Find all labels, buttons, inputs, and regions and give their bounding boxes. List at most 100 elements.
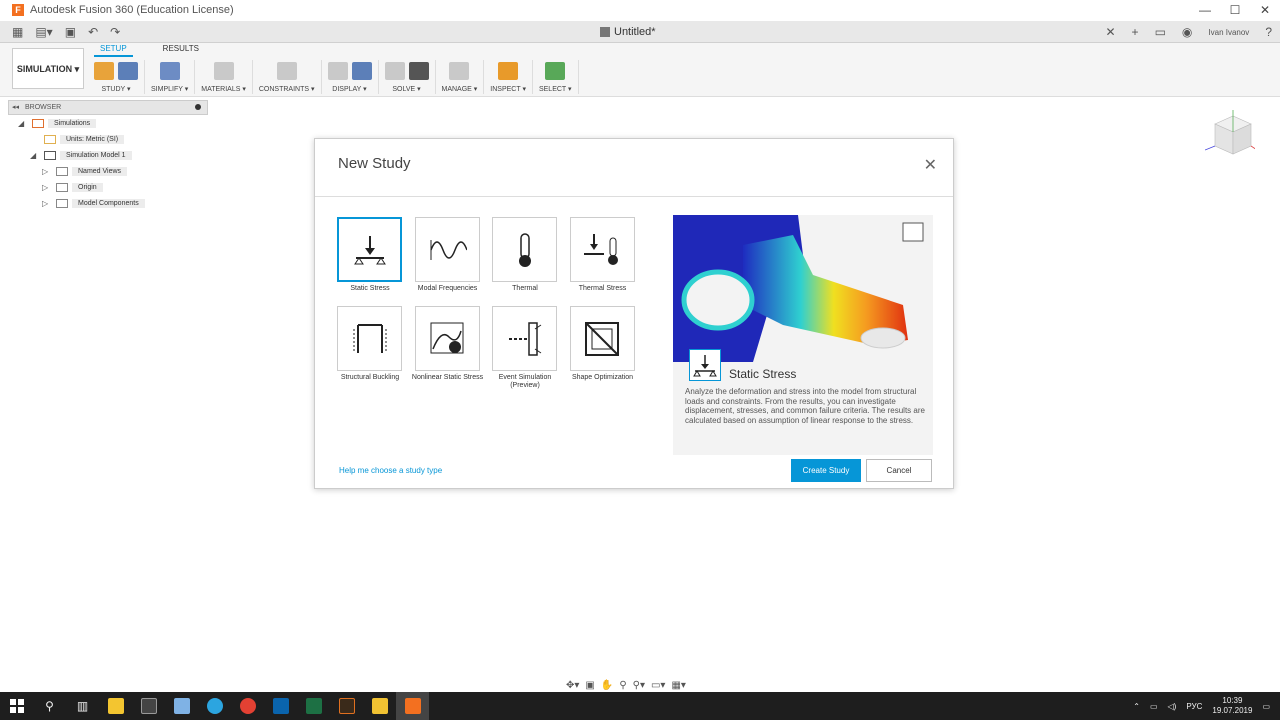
ribbon-group-0[interactable]: STUDY ▾ <box>88 60 145 94</box>
ribbon-group-6[interactable]: MANAGE ▾ <box>436 60 485 94</box>
calculator-icon[interactable] <box>132 692 165 720</box>
ribbon-tool-icon[interactable] <box>276 62 297 80</box>
study-tile[interactable] <box>569 217 635 282</box>
app-icon-dark[interactable] <box>330 692 363 720</box>
task-view-icon[interactable]: ▥ <box>66 692 99 720</box>
notifications-icon[interactable]: ▭ <box>1155 25 1166 39</box>
clock[interactable]: 10:39 19.07.2019 <box>1212 696 1252 716</box>
minimize-button[interactable]: — <box>1190 0 1220 20</box>
ribbon-tool-icon[interactable] <box>327 62 348 80</box>
notes-app-icon[interactable] <box>165 692 198 720</box>
chrome-icon[interactable] <box>231 692 264 720</box>
ribbon-tool-icon[interactable] <box>118 62 138 80</box>
volume-icon[interactable]: ◁) <box>1168 702 1177 711</box>
document-tab[interactable]: Untitled* <box>600 21 656 43</box>
help-icon[interactable]: ? <box>1265 25 1272 39</box>
browser-tree-row[interactable]: ▷ Model Components <box>8 195 208 211</box>
expand-toggle-icon[interactable]: ▷ <box>42 183 52 192</box>
ribbon-group-5[interactable]: SOLVE ▾ <box>379 60 436 94</box>
workspace-switcher[interactable]: SIMULATION ▾ <box>12 48 84 89</box>
browser-tree-row[interactable]: ◢ Simulations <box>8 115 208 131</box>
pan-icon[interactable]: ✋ <box>601 680 613 691</box>
grid-settings-icon[interactable]: ▦▾ <box>671 680 685 691</box>
ribbon-tool-icon[interactable] <box>213 62 234 80</box>
browser-tree-row[interactable]: ◢ Simulation Model 1 <box>8 147 208 163</box>
outlook-icon[interactable] <box>264 692 297 720</box>
new-tab-plus-icon[interactable]: + <box>1132 25 1139 39</box>
user-name[interactable]: Ivan Ivanov <box>1208 28 1249 37</box>
tray-chevron-icon[interactable]: ⌃ <box>1133 702 1140 711</box>
data-panel-grid-icon[interactable]: ▦ <box>12 25 23 39</box>
notification-center-icon[interactable]: ▭ <box>1262 702 1270 711</box>
browser-collapse-icon[interactable]: ◂◂ <box>12 101 19 114</box>
study-tile-label[interactable]: Modal Frequencies <box>408 285 488 293</box>
ribbon-group-7[interactable]: INSPECT ▾ <box>484 60 533 94</box>
study-tile[interactable] <box>569 306 635 371</box>
ribbon-group-3[interactable]: CONSTRAINTS ▾ <box>253 60 322 94</box>
display-settings-icon[interactable]: ▭▾ <box>651 680 665 691</box>
ribbon-tool-icon[interactable] <box>498 62 519 80</box>
tab-setup[interactable]: SETUP <box>94 44 133 57</box>
study-tile[interactable] <box>337 306 402 371</box>
look-at-icon[interactable]: ▣ <box>585 680 594 691</box>
zoom-icon[interactable]: ⚲ <box>619 680 626 691</box>
expand-toggle-icon[interactable]: ▷ <box>42 199 52 208</box>
tab-results[interactable]: RESULTS <box>157 44 205 57</box>
orbit-icon[interactable]: ✥▾ <box>566 680 579 691</box>
ribbon-group-4[interactable]: DISPLAY ▾ <box>322 60 379 94</box>
browser-tree-row[interactable]: ▷ Origin <box>8 179 208 195</box>
browser-tree-row[interactable]: Units: Metric (SI) <box>8 131 208 147</box>
ribbon-group-2[interactable]: MATERIALS ▾ <box>195 60 253 94</box>
ribbon-tool-icon[interactable] <box>408 62 429 80</box>
network-icon[interactable]: ▭ <box>1150 702 1158 711</box>
file-explorer-icon[interactable] <box>99 692 132 720</box>
ribbon-tool-icon[interactable] <box>449 62 470 80</box>
maximize-button[interactable]: ☐ <box>1220 0 1250 20</box>
expand-toggle-icon[interactable]: ▷ <box>42 167 52 176</box>
ribbon-tool-icon[interactable] <box>94 62 114 80</box>
create-study-button[interactable]: Create Study <box>791 459 861 482</box>
help-choose-study-link[interactable]: Help me choose a study type <box>339 466 442 475</box>
study-tile[interactable] <box>414 217 480 282</box>
study-tile[interactable] <box>492 306 557 371</box>
study-tile-label[interactable]: Nonlinear Static Stress <box>408 374 488 382</box>
ribbon-group-1[interactable]: SIMPLIFY ▾ <box>145 60 196 94</box>
undo-icon[interactable]: ↶ <box>88 25 98 39</box>
study-tile-label[interactable]: Thermal <box>485 285 565 293</box>
browser-tree-row[interactable]: ▷ Named Views <box>8 163 208 179</box>
study-tile-label[interactable]: Event Simulation (Preview) <box>485 374 565 390</box>
study-tile[interactable] <box>492 217 557 282</box>
expand-toggle-icon[interactable]: ◢ <box>18 119 28 128</box>
start-button[interactable] <box>0 692 33 720</box>
expand-toggle-icon[interactable]: ◢ <box>30 151 40 160</box>
ribbon-tool-icon[interactable] <box>159 62 180 80</box>
redo-icon[interactable]: ↷ <box>110 25 120 39</box>
study-tile-label[interactable]: Structural Buckling <box>330 374 410 382</box>
viewcube-icon[interactable] <box>1205 110 1255 160</box>
ribbon-group-8[interactable]: SELECT ▾ <box>533 60 579 94</box>
browser-header[interactable]: ◂◂ BROWSER <box>8 100 208 115</box>
file-menu-icon[interactable]: ▤▾ <box>35 25 52 39</box>
ribbon-tool-icon[interactable] <box>545 62 566 80</box>
browser-options-icon[interactable] <box>195 104 201 110</box>
search-icon[interactable]: ⚲ <box>33 692 66 720</box>
close-window-button[interactable]: ✕ <box>1250 0 1280 20</box>
study-tile[interactable] <box>337 217 402 282</box>
fit-icon[interactable]: ⚲▾ <box>633 680 645 691</box>
study-tile-label[interactable]: Static Stress <box>330 285 410 293</box>
language-indicator[interactable]: РУС <box>1186 702 1202 711</box>
dialog-close-icon[interactable]: ✕ <box>924 155 937 175</box>
ribbon-tool-icon[interactable] <box>384 62 405 80</box>
telegram-icon[interactable] <box>198 692 231 720</box>
study-tile[interactable] <box>414 306 480 371</box>
study-tile-label[interactable]: Shape Optimization <box>563 374 643 382</box>
excel-icon[interactable] <box>297 692 330 720</box>
study-tile-label[interactable]: Thermal Stress <box>563 285 643 293</box>
cancel-button[interactable]: Cancel <box>866 459 932 482</box>
folder-icon[interactable] <box>363 692 396 720</box>
ribbon-tool-icon[interactable] <box>351 62 372 80</box>
fusion-taskbar-icon[interactable] <box>396 692 429 720</box>
job-status-icon[interactable]: ◉ <box>1182 25 1192 39</box>
save-icon[interactable]: ▣ <box>65 25 76 39</box>
close-document-icon[interactable]: ✕ <box>1105 25 1115 39</box>
